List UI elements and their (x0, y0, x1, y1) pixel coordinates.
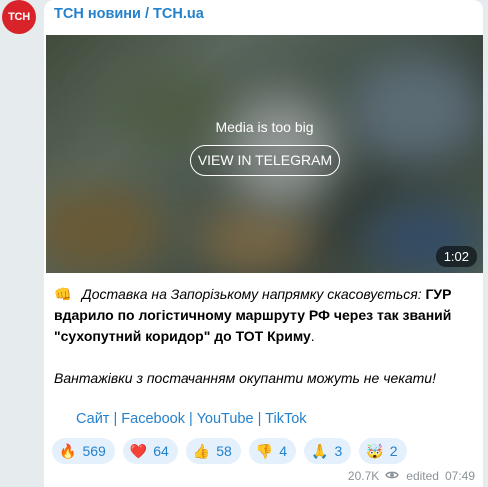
thumbs-up-icon: 👍 (192, 442, 211, 459)
edited-label: edited (406, 469, 439, 483)
post-body-italic: Вантажівки з постачанням окупанти можуть… (54, 370, 436, 386)
reactions-bar: 🔥 569 ❤️ 64 👍 58 👎 4 🙏 3 🤯 2 (52, 438, 415, 464)
reaction-count: 64 (153, 443, 169, 459)
reaction-count: 3 (334, 443, 343, 459)
reaction-heart[interactable]: ❤️ 64 (122, 438, 178, 464)
link-youtube[interactable]: YouTube (197, 411, 254, 427)
fist-icon: 👊 (54, 286, 72, 302)
message-meta: 20.7K edited 07:49 (348, 469, 475, 483)
heart-icon: ❤️ (129, 442, 148, 459)
reaction-fire[interactable]: 🔥 569 (52, 438, 115, 464)
link-separator: | (113, 411, 118, 427)
channel-name-link[interactable]: ТСН новини / TCH.ua (54, 6, 204, 22)
video-duration: 1:02 (435, 246, 477, 267)
thumbs-down-icon: 👎 (255, 442, 274, 459)
message-bubble: ТСН новини / TCH.ua Media is too big VIE… (44, 0, 483, 487)
media-too-big-note: Media is too big (215, 119, 314, 135)
post-text: 👊 Доставка на Запорізькому напрямку скас… (54, 284, 471, 389)
message-time: 07:49 (444, 469, 475, 483)
reaction-count: 58 (216, 443, 232, 459)
link-site[interactable]: Сайт (76, 411, 109, 427)
link-facebook[interactable]: Facebook (121, 411, 185, 427)
eye-icon (385, 469, 400, 483)
reaction-count: 4 (279, 443, 288, 459)
avatar-logo-text: ТСН (8, 11, 30, 23)
pray-icon: 🙏 (311, 442, 329, 459)
video-preview[interactable]: Media is too big VIEW IN TELEGRAM 1:02 (46, 35, 483, 273)
link-separator: | (257, 411, 262, 427)
view-in-telegram-button[interactable]: VIEW IN TELEGRAM (190, 145, 340, 176)
link-tiktok[interactable]: TikTok (265, 411, 306, 427)
social-links: Сайт | Facebook | YouTube | TikTok (76, 411, 307, 427)
fire-icon: 🔥 (59, 442, 77, 459)
reaction-mind-blown[interactable]: 🤯 2 (359, 438, 407, 464)
reaction-thumbs-up[interactable]: 👍 58 (185, 438, 241, 464)
mind-blown-icon: 🤯 (366, 442, 384, 459)
post-body-end: . (310, 328, 315, 344)
reaction-thumbs-down[interactable]: 👎 4 (248, 438, 297, 464)
reaction-count: 2 (389, 443, 398, 459)
post-lead-italic: Доставка на Запорізькому напрямку скасов… (81, 286, 422, 302)
link-separator: | (189, 411, 193, 427)
view-count: 20.7K (347, 469, 380, 483)
reaction-count: 569 (82, 443, 106, 459)
channel-avatar[interactable]: ТСН (2, 0, 36, 34)
reaction-pray[interactable]: 🙏 3 (304, 438, 352, 464)
